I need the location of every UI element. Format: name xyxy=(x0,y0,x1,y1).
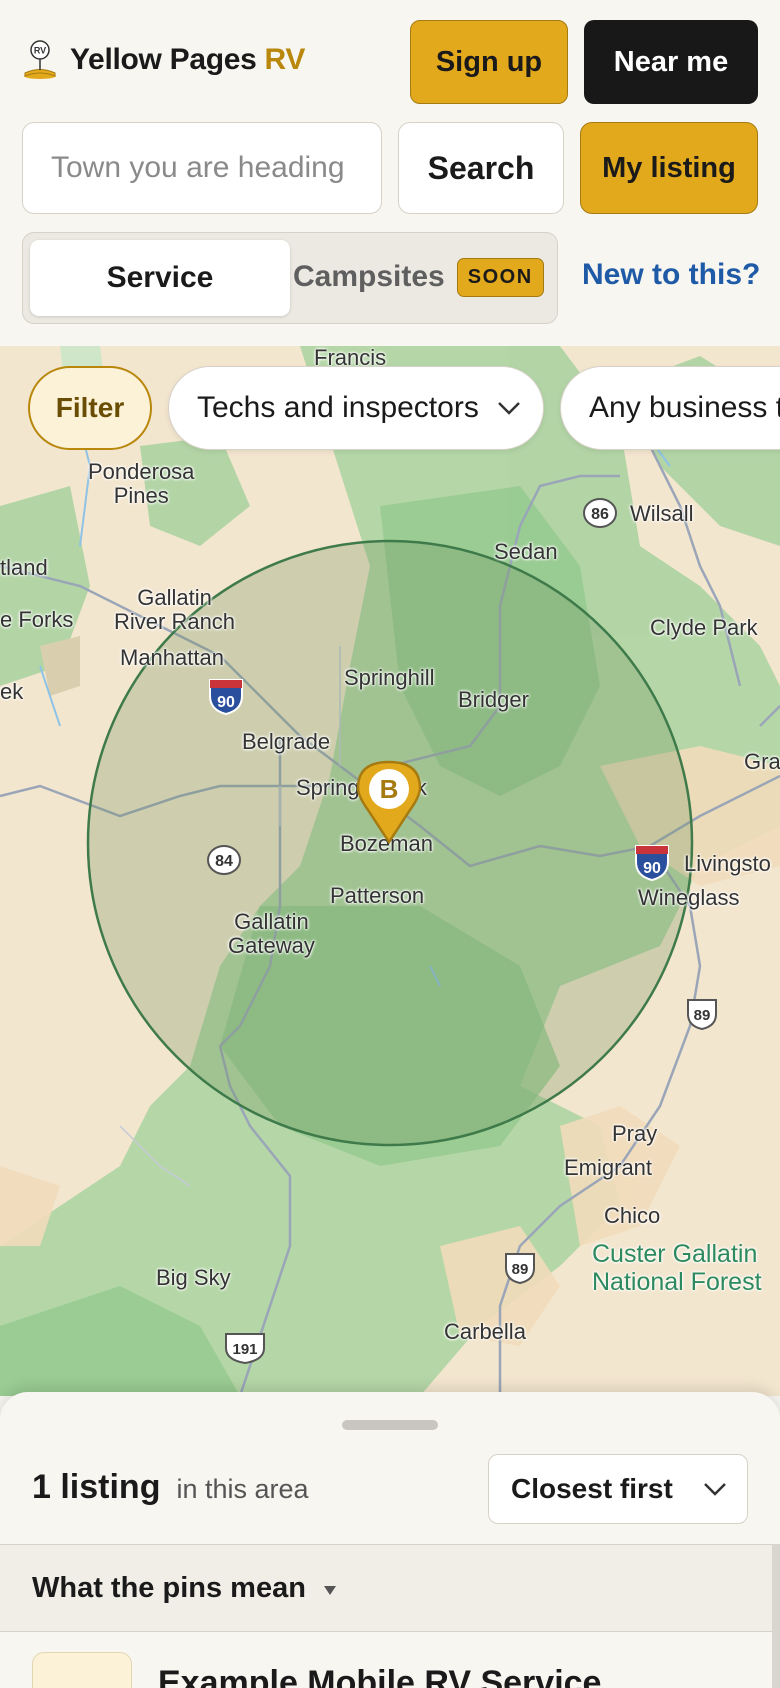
logo-name: Yellow Pages xyxy=(70,43,257,76)
tab-campsites-label: Campsites xyxy=(293,260,445,293)
map-label-gallatin-river-ranch: Gallatin River Ranch xyxy=(114,585,236,634)
shield-86-text: 86 xyxy=(591,506,609,523)
map-label-carbella: Carbella xyxy=(444,1319,526,1344)
sheet-drag-handle[interactable] xyxy=(342,1420,438,1430)
business-category-dropdown[interactable]: Techs and inspectors xyxy=(168,366,544,450)
route-84-shield: 84 xyxy=(207,845,241,875)
map-label-custer-gallatin-forest: Custer Gallatin National Forest xyxy=(592,1240,762,1296)
logo[interactable]: RV Yellow Pages RV xyxy=(22,40,305,80)
app-header: RV Yellow Pages RV Sign up Near me Searc… xyxy=(0,0,780,346)
filter-button[interactable]: Filter xyxy=(28,366,152,450)
map-label-ponderosa-pines: Ponderosa Pines xyxy=(88,459,195,508)
shield-89-south-text: 89 xyxy=(512,1261,529,1278)
shield-84-text: 84 xyxy=(215,853,233,870)
signup-button[interactable]: Sign up xyxy=(410,20,568,104)
chevron-down-icon xyxy=(704,1483,726,1496)
map-label-forks: e Forks xyxy=(0,607,74,632)
map-label-springhill: Springhill xyxy=(344,665,435,690)
result-count: 1 listing in this area xyxy=(32,1468,309,1507)
route-89-shield-north: 89 xyxy=(687,999,717,1031)
tab-service[interactable]: Service xyxy=(30,240,290,316)
interstate-90-shield-east: 90 xyxy=(635,845,669,882)
search-button[interactable]: Search xyxy=(398,122,564,214)
result-count-number: 1 listing xyxy=(32,1468,161,1506)
map-pin-b[interactable]: B xyxy=(356,758,422,846)
mode-segmented-control: Service Campsites SOON xyxy=(22,232,558,324)
logo-badge-text: RV xyxy=(34,46,46,56)
business-type-dropdown[interactable]: Any business type xyxy=(560,366,780,450)
map-label-bridger: Bridger xyxy=(458,687,529,712)
shield-191-text: 191 xyxy=(232,1341,257,1358)
listing-title[interactable]: Example Mobile RV Service xyxy=(158,1664,601,1688)
map-label-manhattan: Manhattan xyxy=(120,645,224,670)
near-me-button[interactable]: Near me xyxy=(584,20,758,104)
chevron-down-icon xyxy=(497,402,520,415)
map-label-big-sky: Big Sky xyxy=(156,1265,231,1290)
logo-text: Yellow Pages RV xyxy=(70,43,305,77)
listing-thumbnail[interactable] xyxy=(32,1652,132,1688)
shield-89-north-text: 89 xyxy=(694,1007,711,1024)
shield-90-west-text: 90 xyxy=(217,694,235,711)
map-label-gallatin-gateway: Gallatin Gateway xyxy=(228,909,315,958)
map-label-clyde-park: Clyde Park xyxy=(650,615,758,640)
map-label-ek: ek xyxy=(0,679,24,704)
sort-dropdown[interactable]: Closest first xyxy=(488,1454,748,1524)
map-label-patterson: Patterson xyxy=(330,883,425,908)
map-pin-letter: B xyxy=(380,774,399,804)
business-category-label: Techs and inspectors xyxy=(197,391,479,424)
map-view[interactable]: 90 90 86 84 89 89 191 Francis Ponderosa … xyxy=(0,346,780,1396)
pin-legend-toggle[interactable]: What the pins mean xyxy=(0,1544,772,1632)
map-label-tland: tland xyxy=(0,555,48,580)
map-label-chico: Chico xyxy=(604,1203,661,1228)
sort-label: Closest first xyxy=(511,1473,673,1504)
result-count-suffix: in this area xyxy=(176,1474,309,1504)
map-label-wineglass: Wineglass xyxy=(638,885,740,910)
soon-badge: SOON xyxy=(456,257,544,297)
route-191-shield: 191 xyxy=(225,1333,265,1365)
new-to-this-link[interactable]: New to this? xyxy=(582,258,760,292)
logo-accent: RV xyxy=(264,43,306,76)
map-label-sedan: Sedan xyxy=(494,539,558,564)
shield-90-east-text: 90 xyxy=(643,860,661,877)
map-label-livingston: Livingsto xyxy=(684,851,771,876)
book-icon: RV xyxy=(22,40,58,80)
town-search-input[interactable] xyxy=(22,122,382,214)
list-scrollbar[interactable] xyxy=(772,1544,780,1688)
interstate-90-shield-west: 90 xyxy=(209,679,243,716)
business-type-label: Any business type xyxy=(589,391,780,424)
map-label-belgrade: Belgrade xyxy=(242,729,331,754)
route-89-shield-south: 89 xyxy=(505,1253,535,1285)
route-86-shield: 86 xyxy=(583,498,617,528)
map-label-gra: Gra xyxy=(744,749,780,774)
map-label-emigrant: Emigrant xyxy=(564,1155,653,1180)
map-label-wilsall: Wilsall xyxy=(630,501,694,526)
tab-campsites[interactable]: Campsites SOON xyxy=(293,233,544,321)
pin-legend-label: What the pins mean xyxy=(32,1571,306,1604)
map-label-pray: Pray xyxy=(612,1121,658,1146)
my-listing-button[interactable]: My listing xyxy=(580,122,758,214)
caret-down-icon xyxy=(323,1585,336,1595)
results-bottom-sheet: 1 listing in this area Closest first Wha… xyxy=(0,1392,780,1688)
